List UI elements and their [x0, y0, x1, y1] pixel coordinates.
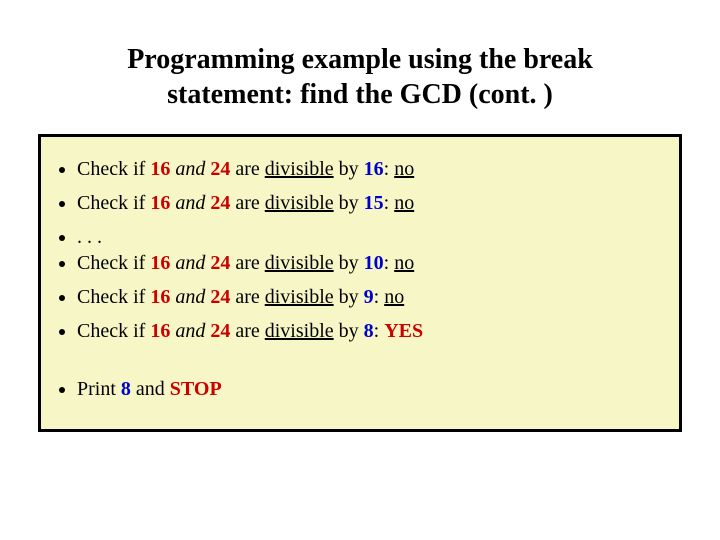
text: :	[384, 252, 395, 274]
divisible-word: divisible	[265, 286, 334, 308]
gcd-value: 8	[121, 378, 131, 400]
slide: Programming example using the break stat…	[0, 0, 720, 540]
list-item: Check if 16 and 24 are divisible by 9: n…	[77, 285, 673, 309]
text: Check if	[77, 320, 150, 342]
text: by	[334, 192, 364, 214]
number-a: 16	[150, 192, 170, 214]
text: Check if	[77, 252, 150, 274]
text: are	[230, 286, 264, 308]
text: Check if	[77, 286, 150, 308]
text: Check if	[77, 192, 150, 214]
bullet-list: Check if 16 and 24 are divisible by 16: …	[47, 157, 673, 401]
result-no: no	[384, 286, 404, 308]
text: are	[230, 252, 264, 274]
divisible-word: divisible	[265, 158, 334, 180]
result-yes: YES	[384, 320, 423, 342]
text: are	[230, 320, 264, 342]
and-word: and	[175, 158, 205, 180]
text: by	[334, 320, 364, 342]
number-b: 24	[210, 286, 230, 308]
list-item: Check if 16 and 24 are divisible by 15: …	[77, 191, 673, 215]
text: are	[230, 158, 264, 180]
number-a: 16	[150, 320, 170, 342]
text: Check if	[77, 158, 150, 180]
content-box: Check if 16 and 24 are divisible by 16: …	[38, 134, 682, 432]
number-b: 24	[210, 252, 230, 274]
list-item-print: Print 8 and STOP	[77, 377, 673, 401]
divisible-word: divisible	[265, 320, 334, 342]
slide-title: Programming example using the break stat…	[58, 42, 662, 112]
number-a: 16	[150, 286, 170, 308]
result-no: no	[394, 192, 414, 214]
divisor: 9	[364, 286, 374, 308]
and-word: and	[175, 192, 205, 214]
text: are	[230, 192, 264, 214]
divisor: 15	[364, 192, 384, 214]
title-line-2: statement: find the GCD (cont. )	[167, 79, 553, 110]
number-b: 24	[210, 158, 230, 180]
and-word: and	[175, 320, 205, 342]
divisor: 8	[364, 320, 374, 342]
number-b: 24	[210, 320, 230, 342]
text: and	[131, 378, 170, 400]
divisor: 16	[364, 158, 384, 180]
text: Print	[77, 378, 121, 400]
list-item: Check if 16 and 24 are divisible by 8: Y…	[77, 319, 673, 343]
result-no: no	[394, 252, 414, 274]
list-item: Check if 16 and 24 are divisible by 16: …	[77, 157, 673, 181]
stop-word: STOP	[170, 378, 222, 400]
title-line-1: Programming example using the break	[127, 44, 593, 75]
result-no: no	[394, 158, 414, 180]
list-item-ellipsis: . . .	[77, 225, 673, 249]
divisor: 10	[364, 252, 384, 274]
and-word: and	[175, 286, 205, 308]
text: :	[384, 158, 395, 180]
text: by	[334, 286, 364, 308]
divisible-word: divisible	[265, 252, 334, 274]
text: by	[334, 158, 364, 180]
ellipsis: . . .	[77, 226, 102, 248]
text: :	[384, 192, 395, 214]
text: :	[374, 286, 385, 308]
list-item: Check if 16 and 24 are divisible by 10: …	[77, 251, 673, 275]
number-a: 16	[150, 252, 170, 274]
divisible-word: divisible	[265, 192, 334, 214]
number-b: 24	[210, 192, 230, 214]
number-a: 16	[150, 158, 170, 180]
and-word: and	[175, 252, 205, 274]
text: :	[374, 320, 385, 342]
text: by	[334, 252, 364, 274]
